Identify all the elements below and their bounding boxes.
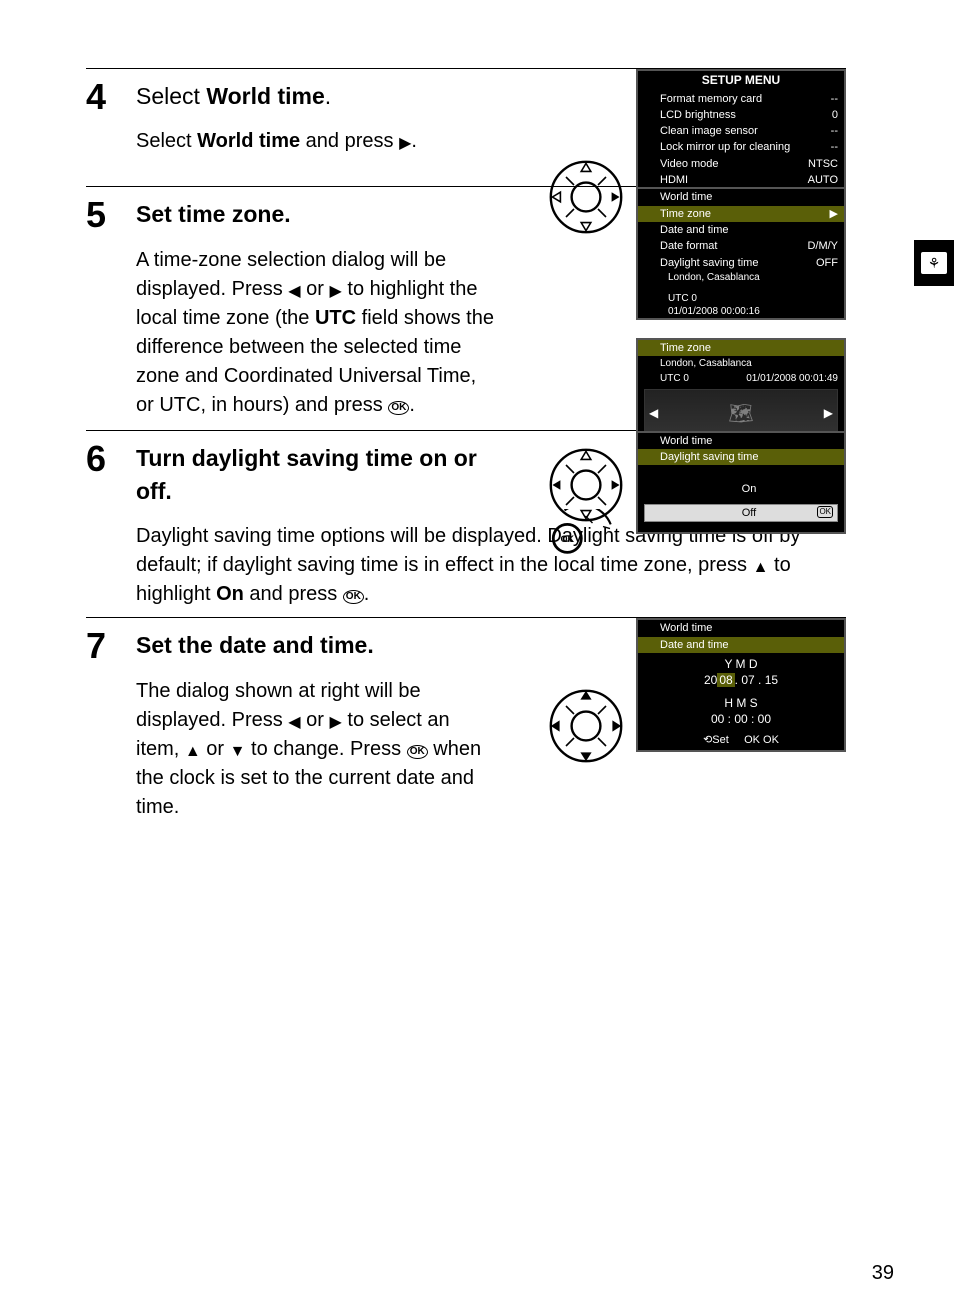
right-arrow-icon: ▶ <box>330 283 342 300</box>
screen-title: World time <box>638 433 844 449</box>
page-number: 39 <box>872 1259 894 1288</box>
step-number: 7 <box>86 626 136 821</box>
dst-on-option: On <box>638 481 844 497</box>
left-arrow-icon: ◀ <box>288 714 300 731</box>
dst-screen: World time Daylight saving time On Off O… <box>636 431 846 534</box>
ok-icon: OK <box>343 590 364 604</box>
date-row: Y M D 2008. 07 . 15 <box>638 653 844 692</box>
screen-subtext: UTC 0 <box>638 292 844 305</box>
step-number: 6 <box>86 439 136 610</box>
screen-subtext: London, Casablanca <box>638 271 844 284</box>
worldtime-screen: World time Time zone▶Date and timeDate f… <box>636 187 846 319</box>
step-number: 5 <box>86 195 136 419</box>
step-6: 6 Turn daylight saving time on or off. D… <box>86 439 846 610</box>
multiselector-all-icon <box>546 686 626 766</box>
screen-title: Time zone <box>638 340 844 356</box>
screen-subtitle: Daylight saving time <box>638 449 844 465</box>
up-arrow-icon: ▲ <box>753 559 769 576</box>
datetime-screen: World time Date and time Y M D 2008. 07 … <box>636 618 846 751</box>
screen-title: World time <box>638 189 844 205</box>
step-body: The dialog shown at right will be displa… <box>136 677 496 822</box>
svg-text:OK: OK <box>560 534 574 544</box>
ok-badge: OK <box>817 506 833 518</box>
screen-title: World time <box>638 620 844 636</box>
screen-subtitle: Date and time <box>638 637 844 653</box>
left-arrow-icon: ◀ <box>288 283 300 300</box>
menu-row: Time zone▶ <box>638 206 844 222</box>
menu-row: Clean image sensor-- <box>638 123 844 139</box>
down-arrow-icon: ▼ <box>230 743 246 760</box>
step-number: 4 <box>86 77 136 156</box>
step-body: Select World time and press ▶. <box>136 127 496 156</box>
menu-row: Video modeNTSC <box>638 156 844 172</box>
menu-row: Daylight saving timeOFF <box>638 255 844 271</box>
menu-row: Format memory card-- <box>638 91 844 107</box>
menu-row: Lock mirror up for cleaning-- <box>638 139 844 155</box>
step-heading: Turn daylight saving time on or off. <box>136 442 496 509</box>
screen-row: UTC 001/01/2008 00:01:49 <box>638 371 844 386</box>
screen-footer: ⟲Set OK OK <box>638 731 844 749</box>
step-7: 7 Set the date and time. The dialog show… <box>86 626 846 821</box>
dst-off-option: Off OK <box>644 504 838 522</box>
screen-subtext: 01/01/2008 00:00:16 <box>638 305 844 318</box>
menu-row: HDMIAUTO <box>638 172 844 188</box>
screen-row: London, Casablanca <box>638 356 844 371</box>
menu-row: LCD brightness0 <box>638 107 844 123</box>
up-arrow-icon: ▲ <box>185 743 201 760</box>
step-5: 5 Set time zone. A time-zone selection d… <box>86 195 846 419</box>
right-arrow-icon: ▶ <box>399 135 411 152</box>
screen-title: SETUP MENU <box>638 71 844 91</box>
step-4: 4 Select World time. Select World time a… <box>86 77 846 156</box>
multiselector-ok-icon: OK <box>531 509 626 579</box>
ok-icon: OK <box>407 745 428 759</box>
right-arrow-icon: ▶ <box>330 714 342 731</box>
step-body: A time-zone selection dialog will be dis… <box>136 246 496 420</box>
side-tab: ⚘ <box>914 240 954 286</box>
time-row: H M S 00 : 00 : 00 <box>638 692 844 731</box>
ok-icon: OK <box>388 401 409 415</box>
menu-row: Date and time <box>638 222 844 238</box>
menu-row: Date formatD/M/Y <box>638 238 844 254</box>
